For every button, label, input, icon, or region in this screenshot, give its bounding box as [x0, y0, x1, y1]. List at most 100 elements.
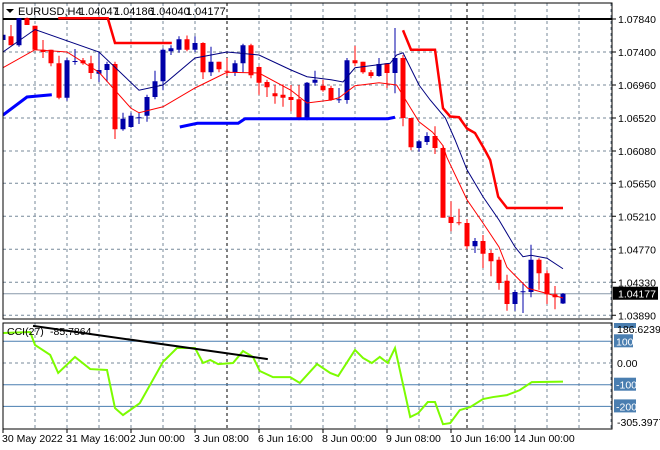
- bullish-candle: [376, 58, 382, 77]
- time-axis-label: 2 Jun 00:00: [130, 433, 185, 445]
- ohlc-close: 1.04177: [186, 6, 226, 18]
- ma-fast-line: [3, 28, 564, 270]
- price-axis-label: 1.03890: [618, 310, 656, 322]
- bearish-candle: [352, 46, 358, 67]
- time-axis-label: 30 May 2022: [2, 433, 63, 445]
- bearish-candle: [56, 55, 62, 100]
- bearish-candle: [496, 256, 502, 290]
- candle-body: [104, 64, 110, 70]
- candle-body: [112, 64, 118, 130]
- price-axis-label: 1.06080: [618, 146, 656, 158]
- candle-body: [352, 60, 358, 64]
- ohlc-low: 1.04040: [150, 6, 190, 18]
- candle-body: [528, 259, 534, 292]
- bullish-candle: [152, 70, 158, 100]
- bearish-candle: [504, 274, 510, 311]
- candle-body: [520, 291, 526, 293]
- candle-body: [24, 18, 30, 25]
- candle-body: [512, 292, 518, 304]
- candle-body: [376, 64, 382, 76]
- bullish-candle: [192, 36, 198, 52]
- bearish-candle: [24, 17, 30, 25]
- candle-body: [208, 61, 214, 73]
- candle-body: [312, 79, 318, 83]
- candle-body: [160, 49, 166, 82]
- candle-body: [264, 82, 270, 88]
- candle-body: [48, 49, 54, 64]
- dropdown-triangle-icon[interactable]: [6, 9, 14, 13]
- cci-level-label: -100: [616, 380, 637, 392]
- bearish-candle: [264, 79, 270, 97]
- candle-body: [168, 48, 174, 52]
- candle-body: [280, 94, 286, 98]
- time-axis-label: 31 May 16:00: [66, 433, 130, 445]
- bullish-candle: [168, 45, 174, 55]
- candle-body: [64, 60, 70, 98]
- bullish-candle: [64, 58, 70, 101]
- trading-chart[interactable]: CCI(27) -85.7864 1.07840 1.07400 1.06960 1.0…: [0, 0, 660, 450]
- bullish-candle: [392, 28, 398, 94]
- price-axis-label: 1.07400: [618, 47, 656, 59]
- time-axis-label: 3 Jun 08:00: [194, 433, 249, 445]
- candle-body: [192, 43, 198, 50]
- candle-body: [440, 148, 446, 218]
- bullish-candle: [344, 58, 350, 104]
- bullish-candle: [240, 43, 246, 73]
- candle-body: [8, 36, 14, 46]
- bearish-candle: [328, 85, 334, 101]
- bearish-candle: [320, 79, 326, 92]
- bullish-candle: [560, 293, 566, 304]
- price-axis-label: 1.05650: [618, 178, 656, 190]
- candle-body: [232, 63, 238, 73]
- bearish-candle: [216, 61, 222, 73]
- time-axis-label: 8 Jun 00:00: [322, 433, 377, 445]
- bullish-candle: [472, 238, 478, 253]
- price-panel[interactable]: [1, 17, 613, 314]
- candle-body: [336, 99, 342, 101]
- candle-body: [200, 43, 206, 73]
- bearish-candle: [464, 219, 470, 250]
- price-axis-label: 1.06960: [618, 80, 656, 92]
- bullish-candle: [176, 36, 182, 53]
- candle-body: [120, 118, 126, 130]
- candle-body: [128, 115, 134, 127]
- cci-panel[interactable]: CCI(27) -85.7864: [3, 324, 612, 426]
- candle-body: [152, 81, 158, 97]
- candle-body: [424, 136, 430, 142]
- bullish-candle: [96, 52, 102, 82]
- bearish-candle: [8, 25, 14, 46]
- price-axis-label: 1.07840: [618, 14, 656, 26]
- candle-body: [224, 70, 230, 72]
- stop-upper-1-line: [58, 17, 172, 45]
- bearish-candle: [440, 145, 446, 218]
- candle-body: [400, 58, 406, 118]
- chart-header: EURUSD,H4 1.04047 1.04186 1.04040 1.0417…: [6, 6, 226, 18]
- candle-body: [136, 117, 142, 119]
- current-price-label: 1.04177: [618, 289, 656, 301]
- bearish-candle: [456, 208, 462, 226]
- bearish-candle: [536, 258, 542, 290]
- cci-max-label: 186.6239: [617, 324, 660, 336]
- bearish-candle: [184, 35, 190, 52]
- bullish-candle: [128, 112, 134, 128]
- bearish-candle: [400, 55, 406, 127]
- price-axis-label: 1.05210: [618, 211, 656, 223]
- axes: 1.07840 1.07400 1.06960 1.06520 1.06080 1.056…: [2, 2, 660, 445]
- bearish-candle: [48, 49, 54, 67]
- candle-body: [304, 82, 310, 118]
- bearish-candle: [112, 61, 118, 139]
- candle-body: [392, 58, 398, 73]
- bearish-candle: [552, 286, 558, 310]
- candle-body: [176, 39, 182, 50]
- candle-body: [504, 280, 510, 304]
- bearish-candle: [280, 84, 286, 107]
- candle-body: [144, 97, 150, 116]
- cci-level-label: 100: [616, 336, 634, 348]
- bearish-candle: [432, 126, 438, 154]
- candle-body: [288, 97, 294, 100]
- candle-body: [296, 99, 302, 118]
- bullish-candle: [232, 60, 238, 76]
- cci-title: CCI(27): [7, 326, 44, 338]
- bullish-candle: [416, 139, 422, 152]
- symbol-timeframe: EURUSD,H4: [18, 6, 82, 18]
